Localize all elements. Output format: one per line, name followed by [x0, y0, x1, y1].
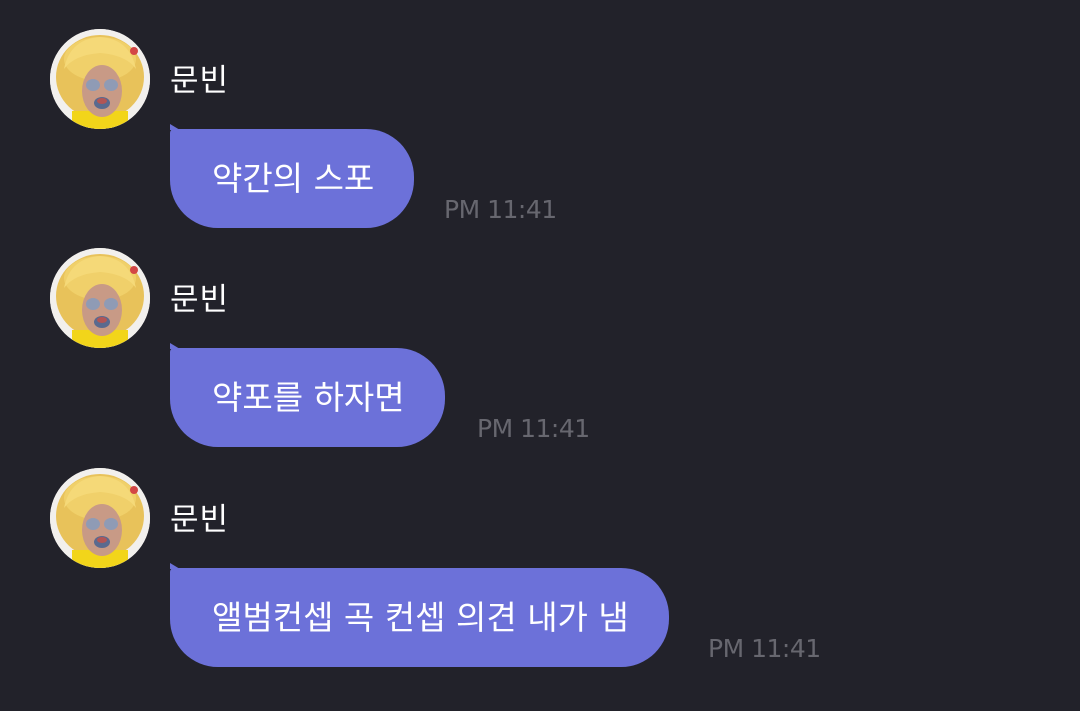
message-timestamp: PM 11:41 — [477, 414, 590, 443]
chat-view[interactable]: 문빈 약간의 스포 PM 11:41 문빈 약포를 하자면 PM 11:41 문… — [0, 0, 1080, 711]
sender-name: 문빈 — [170, 63, 230, 99]
avatar[interactable] — [50, 468, 150, 568]
message-bubble[interactable]: 약간의 스포 — [170, 124, 415, 228]
avatar-photo-icon — [50, 29, 150, 129]
avatar[interactable] — [50, 29, 150, 129]
message-bubble[interactable]: 약포를 하자면 — [170, 343, 445, 447]
message-group: 문빈 약간의 스포 PM 11:41 — [0, 29, 1080, 239]
avatar-photo-icon — [50, 248, 150, 348]
message-bubble[interactable]: 앨범컨셉 곡 컨셉 의견 내가 냄 — [170, 563, 669, 667]
sender-name: 문빈 — [170, 282, 230, 318]
avatar[interactable] — [50, 248, 150, 348]
avatar-photo-icon — [50, 468, 150, 568]
message-group: 문빈 앨범컨셉 곡 컨셉 의견 내가 냄 PM 11:41 — [0, 468, 1080, 678]
message-timestamp: PM 11:41 — [708, 634, 821, 663]
message-timestamp: PM 11:41 — [444, 195, 557, 224]
message-group: 문빈 약포를 하자면 PM 11:41 — [0, 248, 1080, 458]
sender-name: 문빈 — [170, 502, 230, 538]
